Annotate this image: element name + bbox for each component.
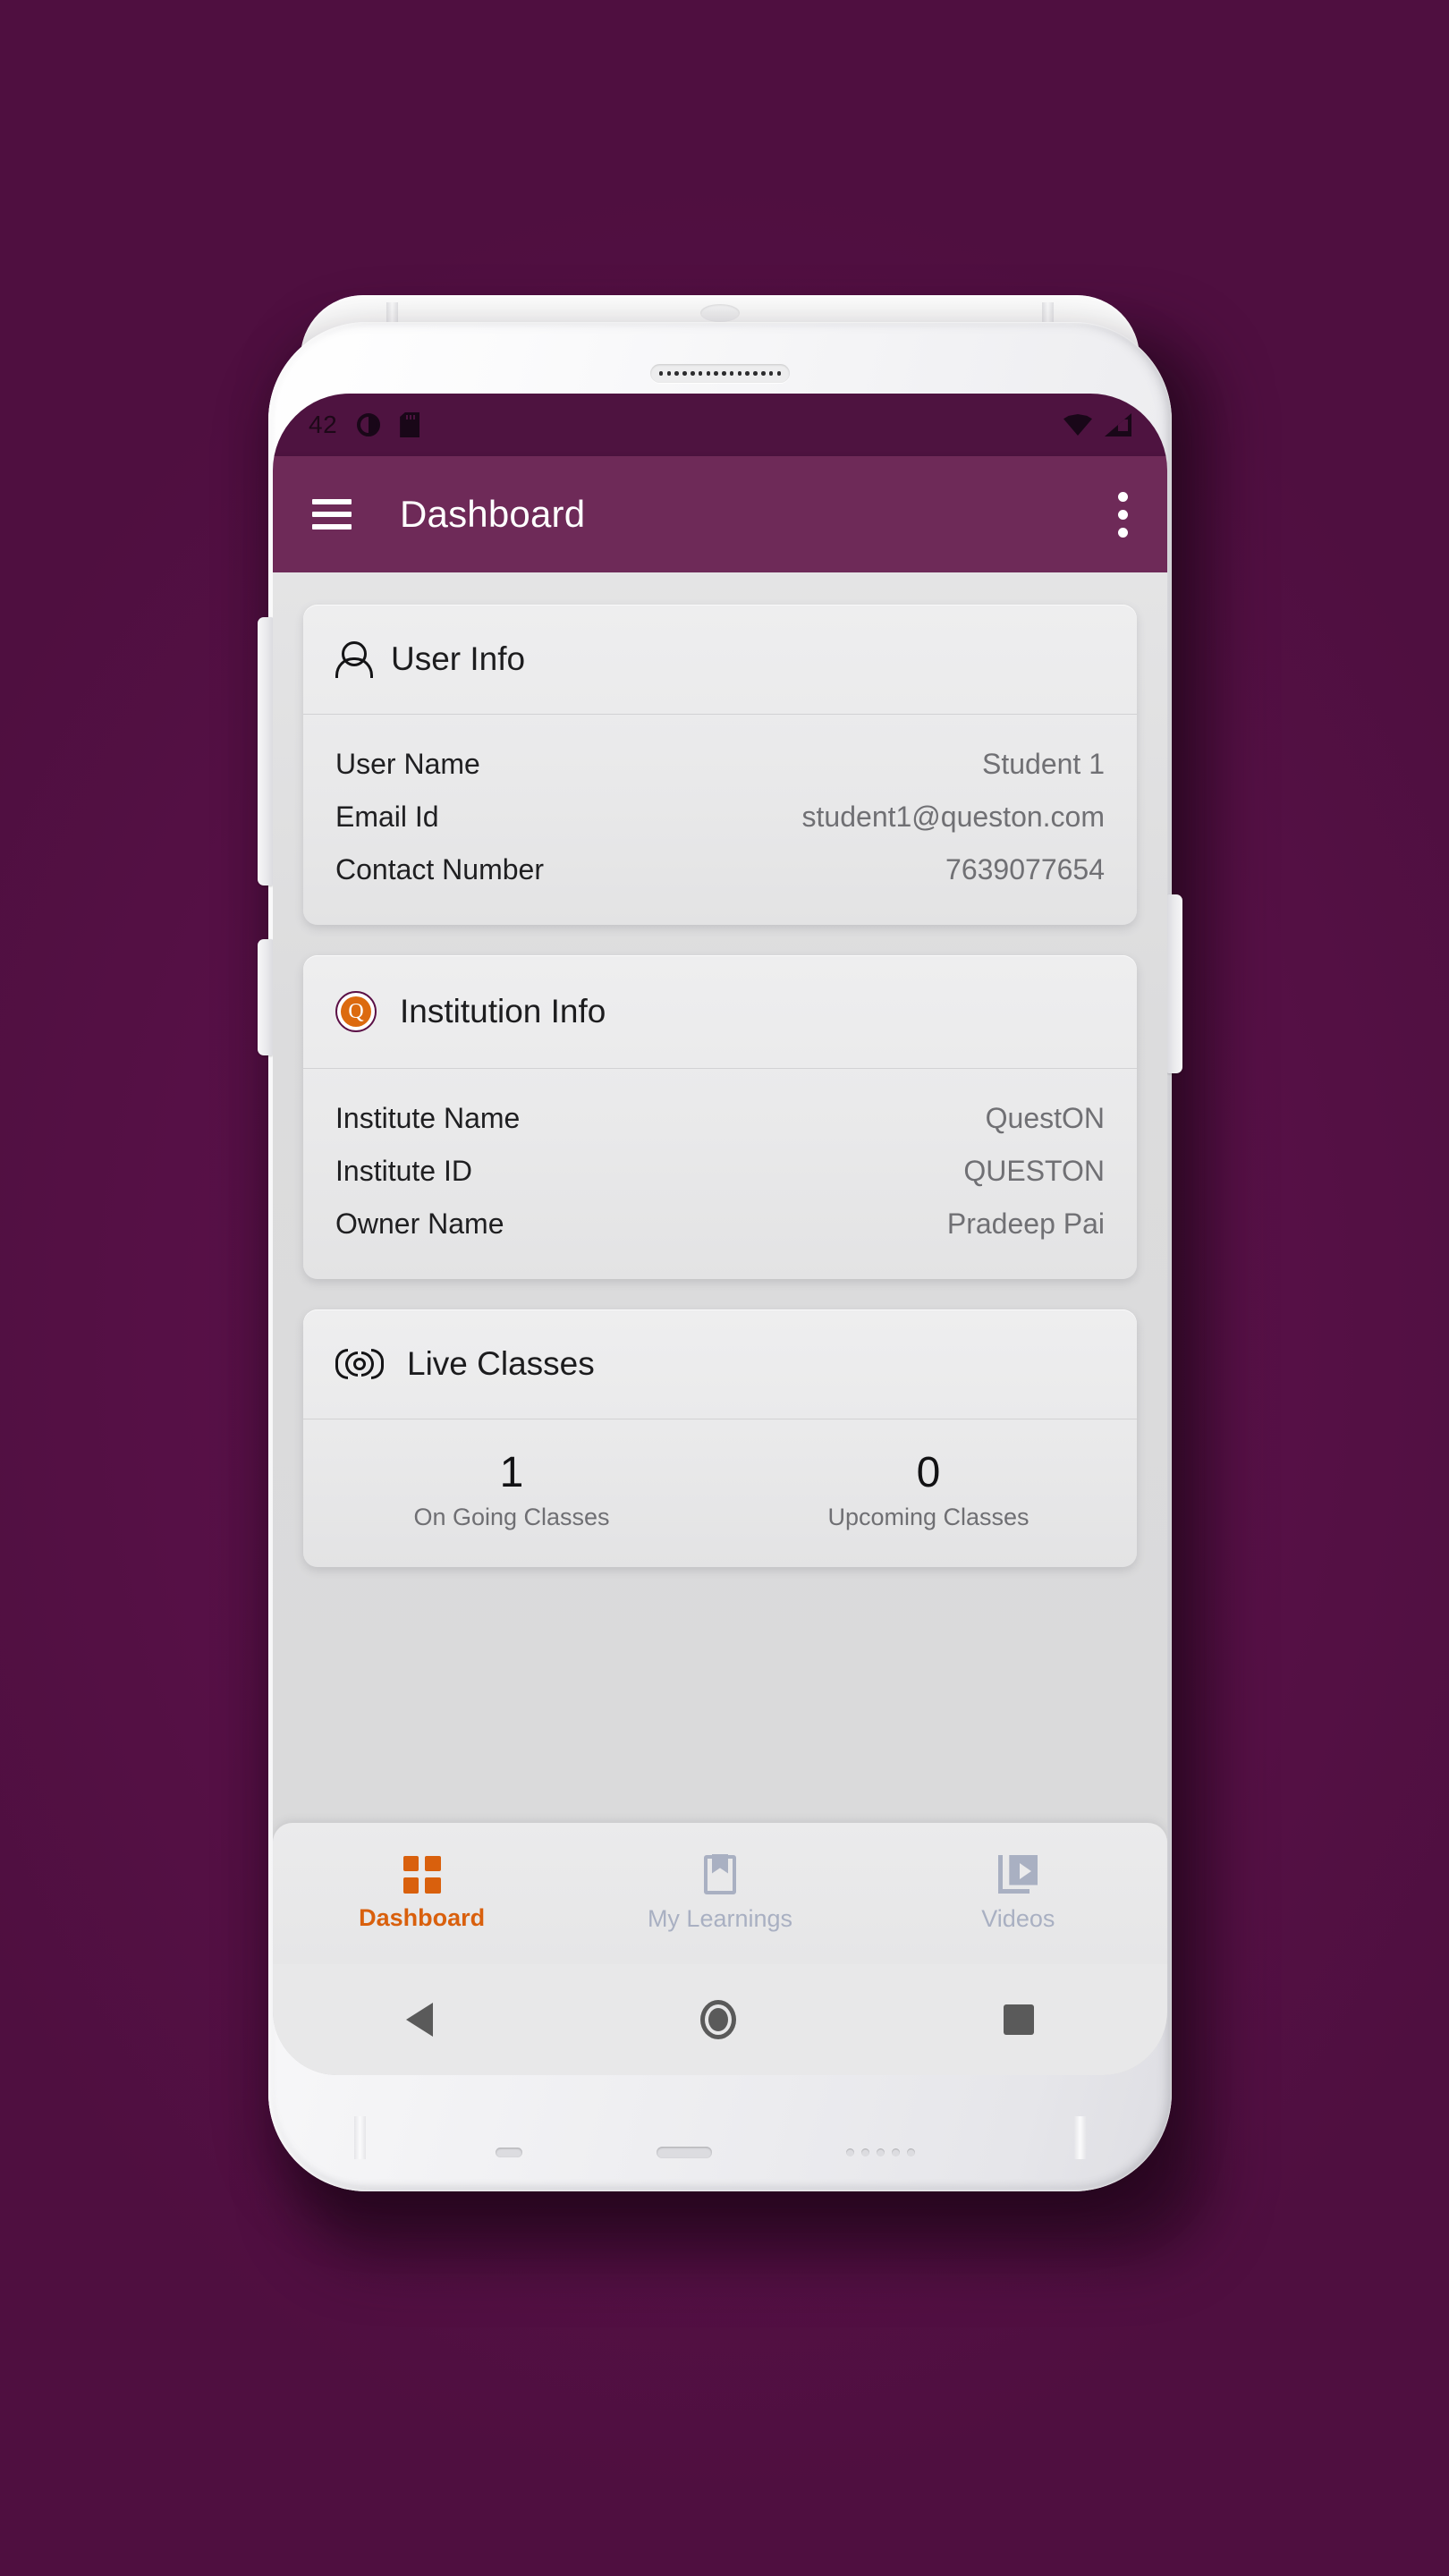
back-triangle-icon[interactable] bbox=[406, 2003, 434, 2037]
card-institution-info: Q Institution Info Institute Name QuestO… bbox=[303, 955, 1137, 1279]
queston-logo-icon: Q bbox=[335, 991, 377, 1032]
row-value: Student 1 bbox=[982, 748, 1105, 780]
phone-device: 42 Dashboard User Info User Name Student… bbox=[258, 295, 1182, 2227]
stat-number: 1 bbox=[499, 1449, 524, 1496]
usb-port bbox=[657, 2146, 712, 2158]
overflow-menu-icon[interactable] bbox=[1117, 491, 1128, 538]
nav-item-label: Videos bbox=[981, 1904, 1055, 1932]
home-circle-icon[interactable] bbox=[699, 2000, 736, 2039]
row-value: 7639077654 bbox=[945, 853, 1105, 886]
table-row: Email Id student1@queston.com bbox=[335, 791, 1105, 843]
dnd-icon bbox=[357, 413, 381, 436]
nav-item-label: My Learnings bbox=[647, 1904, 793, 1932]
bottom-navigation: Dashboard My Learnings Videos bbox=[273, 1823, 1167, 1964]
broadcast-icon bbox=[335, 1349, 384, 1379]
card-user-info: User Info User Name Student 1 Email Id s… bbox=[303, 605, 1137, 925]
table-row: Institute ID QUESTON bbox=[335, 1145, 1105, 1198]
row-label: Owner Name bbox=[335, 1208, 504, 1240]
row-label: Contact Number bbox=[335, 853, 544, 886]
nav-item-dashboard[interactable]: Dashboard bbox=[273, 1855, 571, 1932]
stat-label: Upcoming Classes bbox=[827, 1504, 1030, 1530]
table-row: Institute Name QuestON bbox=[335, 1092, 1105, 1145]
wifi-icon bbox=[1063, 414, 1092, 436]
nav-item-my-learnings[interactable]: My Learnings bbox=[571, 1854, 869, 1933]
row-label: Email Id bbox=[335, 801, 439, 833]
earpiece-speaker bbox=[650, 364, 790, 383]
phone-body: 42 Dashboard User Info User Name Student… bbox=[258, 322, 1182, 2191]
rear-camera-icon bbox=[700, 304, 740, 322]
live-classes-stats: 1 On Going Classes 0 Upcoming Classes bbox=[303, 1419, 1137, 1567]
row-value: QuestON bbox=[985, 1102, 1105, 1134]
status-bar-left: 42 bbox=[309, 411, 420, 439]
stat-label: On Going Classes bbox=[413, 1504, 610, 1530]
card-live-classes: Live Classes 1 On Going Classes 0 Upcomi… bbox=[303, 1309, 1137, 1567]
stat-upcoming-classes[interactable]: 0 Upcoming Classes bbox=[720, 1446, 1137, 1531]
row-label: Institute Name bbox=[335, 1102, 521, 1134]
card-institution-info-header: Q Institution Info bbox=[303, 955, 1137, 1069]
app-bar: Dashboard bbox=[273, 456, 1167, 572]
dashboard-content: User Info User Name Student 1 Email Id s… bbox=[273, 572, 1167, 2075]
person-icon bbox=[335, 640, 373, 678]
queston-logo-letter: Q bbox=[341, 996, 371, 1027]
hamburger-menu-icon[interactable] bbox=[312, 499, 352, 530]
power-button[interactable] bbox=[1166, 894, 1182, 1073]
card-live-classes-title: Live Classes bbox=[407, 1345, 595, 1382]
row-value: student1@queston.com bbox=[801, 801, 1105, 833]
nav-item-videos[interactable]: Videos bbox=[869, 1854, 1167, 1933]
nav-item-label: Dashboard bbox=[359, 1903, 486, 1931]
card-institution-info-body: Institute Name QuestON Institute ID QUES… bbox=[303, 1069, 1137, 1279]
phone-bottom-ports bbox=[273, 2125, 1167, 2179]
card-user-info-body: User Name Student 1 Email Id student1@qu… bbox=[303, 715, 1137, 925]
status-bar-right bbox=[1063, 413, 1131, 436]
phone-screen: 42 Dashboard User Info User Name Student… bbox=[273, 394, 1167, 2075]
headphone-jack bbox=[496, 2147, 522, 2157]
android-navigation-bar bbox=[273, 1964, 1167, 2075]
table-row: Owner Name Pradeep Pai bbox=[335, 1198, 1105, 1250]
table-row: User Name Student 1 bbox=[335, 738, 1105, 791]
row-label: User Name bbox=[335, 748, 480, 780]
row-label: Institute ID bbox=[335, 1155, 472, 1187]
card-institution-info-title: Institution Info bbox=[400, 993, 606, 1030]
video-icon bbox=[998, 1854, 1038, 1894]
recents-square-icon[interactable] bbox=[1003, 2004, 1034, 2035]
page-title: Dashboard bbox=[400, 493, 586, 535]
signal-icon bbox=[1105, 413, 1131, 436]
assistant-button[interactable] bbox=[258, 939, 274, 1055]
sd-card-icon bbox=[400, 412, 420, 437]
book-icon bbox=[703, 1854, 736, 1894]
stat-number: 0 bbox=[916, 1449, 941, 1496]
row-value: Pradeep Pai bbox=[946, 1208, 1105, 1240]
stat-ongoing-classes[interactable]: 1 On Going Classes bbox=[303, 1446, 720, 1531]
status-bar: 42 bbox=[273, 394, 1167, 456]
row-value: QUESTON bbox=[963, 1155, 1105, 1187]
table-row: Contact Number 7639077654 bbox=[335, 843, 1105, 896]
card-live-classes-header: Live Classes bbox=[303, 1309, 1137, 1419]
grid-icon bbox=[402, 1855, 441, 1894]
bottom-speaker-grille bbox=[846, 2147, 945, 2157]
volume-button[interactable] bbox=[258, 617, 274, 886]
status-bar-clock: 42 bbox=[309, 411, 338, 438]
card-user-info-header: User Info bbox=[303, 605, 1137, 715]
card-user-info-title: User Info bbox=[391, 640, 526, 677]
